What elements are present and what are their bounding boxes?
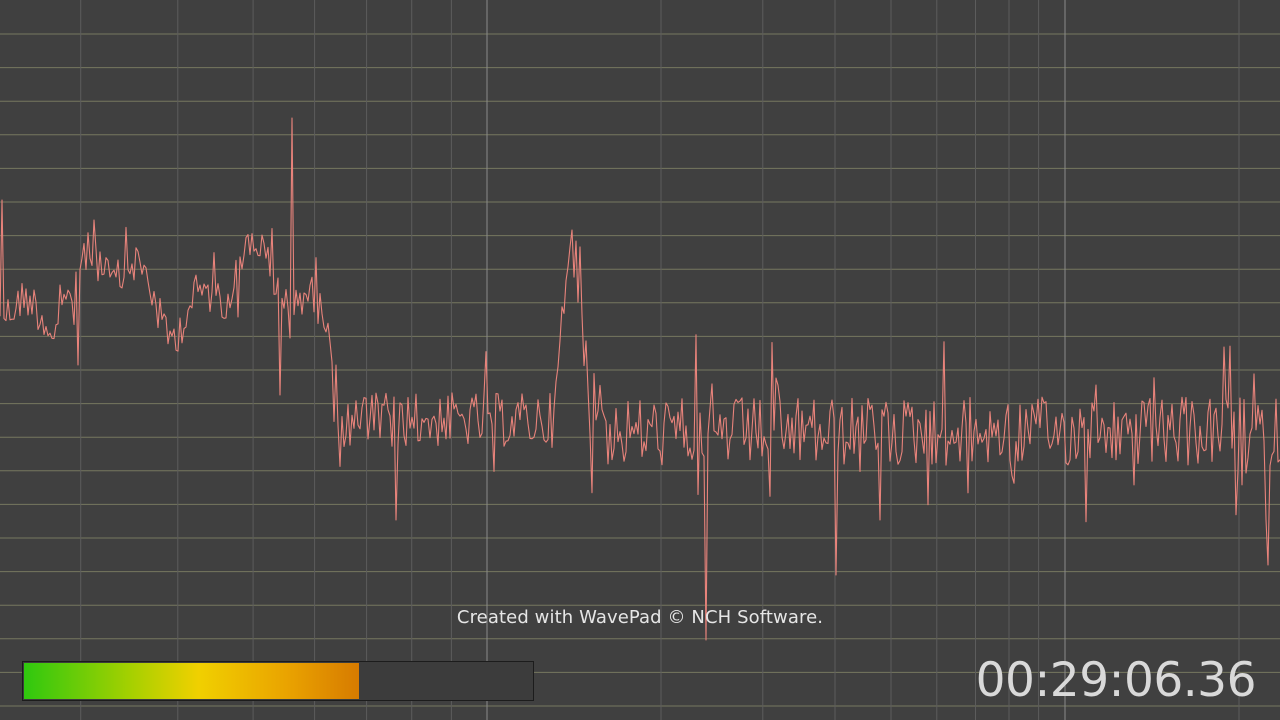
watermark-text: Created with WavePad © NCH Software. [456,607,824,628]
time-readout: 00:29:06.36 [975,653,1257,708]
spectrum-trace [0,117,1280,641]
level-meter [22,661,534,701]
horizontal-gridlines [0,33,1280,707]
level-meter-fill [24,663,359,699]
spectrum-view: Created with WavePad © NCH Software. 00:… [0,0,1280,720]
